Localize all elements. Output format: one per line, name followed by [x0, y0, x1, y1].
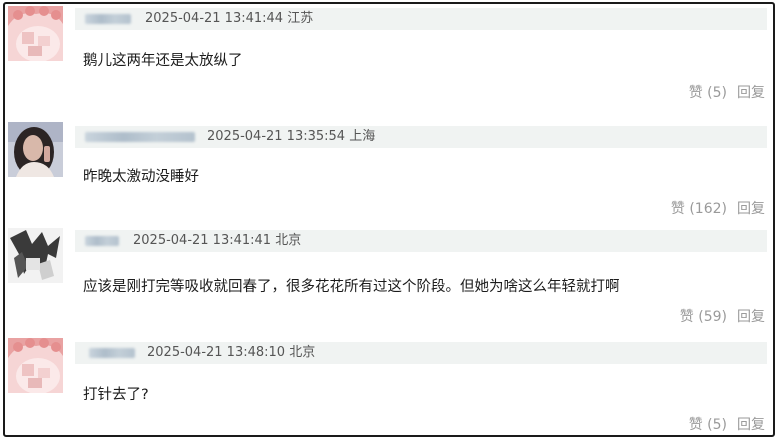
like-count: (5) [707, 85, 727, 101]
anime-sketch-avatar-icon[interactable] [8, 228, 63, 283]
comment-text: 鹅儿这两年还是太放纵了 [83, 53, 243, 69]
comment-meta-bar: 2025-04-21 13:41:44 江苏 [75, 8, 767, 30]
reply-button[interactable]: 回复 [737, 201, 765, 217]
comment-item: 2025-04-21 13:48:10 北京 打针去了? 赞 (5) 回复 [5, 334, 773, 435]
like-button[interactable]: 赞 (59) [680, 309, 727, 325]
comment-time: 2025-04-21 13:35:54 [207, 129, 346, 144]
reply-button[interactable]: 回复 [737, 309, 765, 325]
comment-timestamp: 2025-04-21 13:48:10 北京 [147, 345, 315, 361]
reply-button[interactable]: 回复 [737, 85, 765, 101]
like-label: 赞 [670, 201, 685, 217]
comment-actions: 赞 (5) 回复 [689, 84, 765, 102]
comment-text: 打针去了? [83, 387, 149, 403]
reply-button[interactable]: 回复 [737, 417, 765, 433]
comment-location: 北京 [275, 233, 302, 248]
comment-text: 昨晚太激动没睡好 [83, 169, 199, 185]
comment-timestamp: 2025-04-21 13:41:41 北京 [133, 233, 301, 249]
comment-meta-bar: 2025-04-21 13:41:41 北京 [75, 230, 767, 252]
comment-time: 2025-04-21 13:41:41 [133, 233, 272, 248]
comment-location: 江苏 [287, 11, 314, 26]
comment-time: 2025-04-21 13:41:44 [145, 11, 284, 26]
comment-actions: 赞 (59) 回复 [680, 308, 765, 326]
comment-text: 应该是刚打完等吸收就回春了，很多花花所有过这个阶段。但她为啥这么年轻就打啊 [83, 279, 620, 295]
comment-timestamp: 2025-04-21 13:41:44 江苏 [145, 11, 313, 27]
username-blurred[interactable] [85, 14, 131, 24]
like-count: (59) [698, 309, 727, 325]
pink-cartoon-avatar-icon[interactable] [8, 6, 63, 61]
woman-photo-avatar-icon[interactable] [8, 122, 63, 177]
username-blurred[interactable] [89, 348, 135, 358]
username-blurred[interactable] [85, 132, 195, 142]
like-label: 赞 [688, 85, 703, 101]
like-button[interactable]: 赞 (5) [689, 417, 727, 433]
comment-actions: 赞 (162) 回复 [671, 200, 765, 218]
comment-item: 2025-04-21 13:35:54 上海 昨晚太激动没睡好 赞 (162) 回… [5, 116, 773, 226]
comment-actions: 赞 (5) 回复 [689, 416, 765, 434]
like-button[interactable]: 赞 (162) [671, 201, 727, 217]
comment-time: 2025-04-21 13:48:10 [147, 345, 286, 360]
username-blurred[interactable] [85, 236, 119, 246]
pink-cartoon-avatar-icon[interactable] [8, 338, 63, 393]
comment-meta-bar: 2025-04-21 13:35:54 上海 [75, 126, 767, 148]
comment-location: 北京 [289, 345, 316, 360]
like-button[interactable]: 赞 (5) [689, 85, 727, 101]
like-count: (162) [689, 201, 727, 217]
like-label: 赞 [688, 417, 703, 433]
comment-list: 2025-04-21 13:41:44 江苏 鹅儿这两年还是太放纵了 赞 (5)… [3, 2, 775, 437]
like-label: 赞 [679, 309, 694, 325]
comment-meta-bar: 2025-04-21 13:48:10 北京 [75, 342, 767, 364]
comment-item: 2025-04-21 13:41:41 北京 应该是刚打完等吸收就回春了，很多花… [5, 226, 773, 334]
comment-location: 上海 [349, 129, 376, 144]
comment-item: 2025-04-21 13:41:44 江苏 鹅儿这两年还是太放纵了 赞 (5)… [5, 4, 773, 116]
comment-timestamp: 2025-04-21 13:35:54 上海 [207, 129, 375, 145]
like-count: (5) [707, 417, 727, 433]
